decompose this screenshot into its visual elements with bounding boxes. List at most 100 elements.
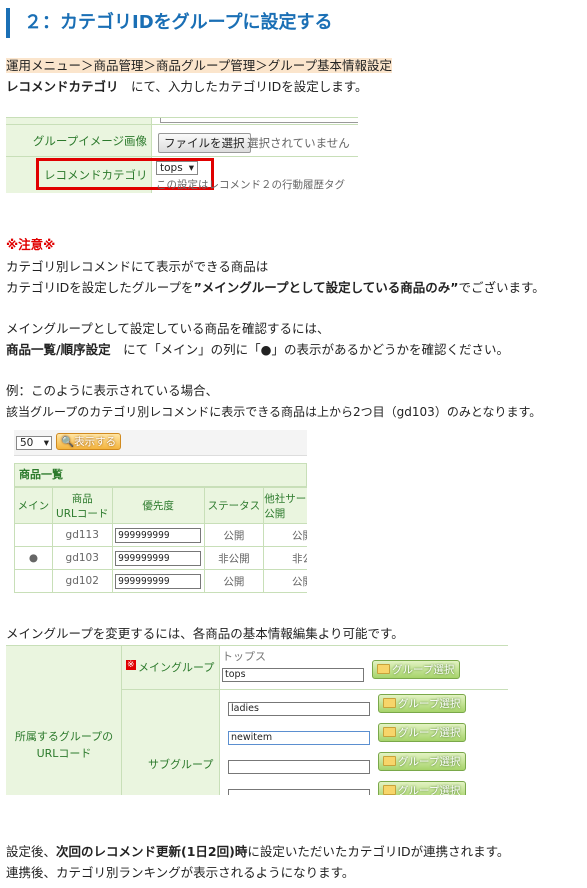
change-line: メイングループを変更するには、各商品の基本情報編集より可能です。 [6,626,404,641]
col-priority: 優先度 [111,487,205,524]
screenshot-product-list: 50 ▾ 🔍表示する 商品一覧 メイン 商品 URLコード 優先度 ステータス 他… [14,430,307,594]
row-code: gd102 [51,569,113,593]
sub-group-select-button[interactable]: グループ選択 [378,723,467,742]
sub-group-label: サブグループ [148,758,214,771]
row-other: 非公 [263,546,307,570]
after-line1-bold: 次回のレコメンド更新(1日2回)時 [56,844,248,859]
row2-label: レコメンドカテゴリ [44,168,148,182]
main-group-label: メイングループ [138,661,215,674]
row-main: ● [14,546,53,570]
notice-line2-pre: カテゴリIDを設定したグループを [6,280,194,295]
col-code: 商品 URLコード [51,487,113,524]
file-status: 選択されていません [247,136,350,150]
notice-line2-bold: ”メイングループとして設定している商品のみ” [193,280,459,295]
table-row: gd113 999999999 公開 公開 [14,523,307,547]
row-main [14,523,53,547]
sub-group-input[interactable]: newitem [228,731,370,745]
sub-group-label-cell: サブグループ [122,690,220,795]
sub-group-select-button[interactable]: グループ選択 [378,781,467,795]
row-other: 公開 [263,569,307,593]
table-row: gd102 999999999 公開 公開 [14,569,307,593]
sub-group-input[interactable]: ladies [228,702,370,716]
check-line2-rest: にて「メイン」の列に「●」の表示があるかどうかを確認ください。 [110,342,509,357]
check-line1: メイングループとして設定している商品を確認するには、 [6,321,330,336]
sub-group-values: ladies グループ選択 newitem グループ選択 グループ選択 グループ… [220,690,508,795]
priority-input[interactable]: 999999999 [115,527,202,543]
row-priority: 999999999 [111,569,205,593]
row0-label [6,118,152,125]
col-main: メイン [14,487,53,524]
row-status: 非公開 [203,546,265,570]
show-button-label: 表示する [74,436,117,448]
screenshot-recommend-setting: グループイメージ画像 ファイルを選択 選択されていません レコメンドカテゴリ t… [6,117,358,193]
main-group-input[interactable]: tops [222,668,364,682]
check-line2-bold: 商品一覧/順序設定 [6,342,111,357]
group-label: 所属するグループの URLコード [14,730,114,760]
menu-path: 運用メニュー＞商品管理＞商品グループ管理＞グループ基本情報設定 [6,57,393,75]
main-group-name: トップス [222,650,266,663]
row-main [14,569,53,593]
choose-file-button[interactable]: ファイルを選択 [158,133,251,153]
table-row: ● gd103 999999999 非公開 非公 [14,546,307,570]
group-label-cell: 所属するグループの URLコード [6,646,122,795]
product-table: メイン 商品 URLコード 優先度 ステータス 他社サー 公開 gd113 99… [14,487,307,593]
after-line2: 連携後、カテゴリ別ランキングが表示されるようになります。 [6,865,355,880]
example-line2: 該当グループのカテゴリ別レコメンドに表示できる商品は上から2つ目（gd103）の… [6,405,542,419]
row0-value [152,118,358,125]
main-group-select-button[interactable]: グループ選択 [372,660,461,679]
group-button-label: グループ選択 [398,727,461,739]
list-title: 商品一覧 [14,463,307,487]
setting-line: レコメンドカテゴリ にて、入力したカテゴリIDを設定します。 [6,78,367,96]
after-line1: 設定後、次回のレコメンド更新(1日2回)時に設定いただいたカテゴリIDが連携され… [6,843,509,861]
category-select[interactable]: tops ▾ [156,161,198,175]
row-other: 公開 [263,523,307,547]
group-button-label: グループ選択 [398,698,461,710]
priority-input[interactable]: 999999999 [115,550,202,566]
col-other: 他社サー 公開 [263,487,307,524]
row-priority: 999999999 [111,523,205,547]
textarea-edge [160,118,358,123]
show-button[interactable]: 🔍表示する [56,433,122,450]
chevron-down-icon: ▾ [188,162,194,174]
folder-icon [383,785,396,795]
row2-value: tops ▾ この設定はレコメンド２の行動履歴タグ [152,157,358,193]
main-group-label-cell: ※ メイングループ [122,646,220,690]
row-priority: 999999999 [111,546,205,570]
folder-icon [383,727,396,737]
chevron-down-icon: ▾ [43,437,49,449]
row-status: 公開 [203,569,265,593]
priority-input[interactable]: 999999999 [115,573,202,589]
section-heading: ２：カテゴリIDをグループに設定する [6,8,581,38]
check-line2: 商品一覧/順序設定 にて「メイン」の列に「●」の表示があるかどうかを確認ください… [6,341,509,359]
folder-icon [383,698,396,708]
group-button-label: グループ選択 [392,664,455,676]
folder-icon [377,664,390,674]
sub-group-input[interactable] [228,760,370,774]
row-code: gd103 [51,546,113,570]
after-line1-post: に設定いただいたカテゴリIDが連携されます。 [247,844,510,859]
category-select-value: tops [160,162,183,174]
sub-group-select-button[interactable]: グループ選択 [378,752,467,771]
screenshot-group-edit: 所属するグループの URLコード ※ メイングループ トップス tops グルー… [6,645,508,795]
per-page-select[interactable]: 50 ▾ [16,436,52,450]
col-status: ステータス [203,487,265,524]
sub-group-input[interactable] [228,789,370,795]
required-mark: ※ [126,660,136,670]
sub-group-select-button[interactable]: グループ選択 [378,694,467,713]
setting-rest: にて、入力したカテゴリIDを設定します。 [118,79,368,94]
setting-note: この設定はレコメンド２の行動履歴タグ [156,179,345,191]
after-line1-pre: 設定後、 [6,844,57,859]
notice-line2-post: でございます。 [458,280,545,295]
setting-bold: レコメンドカテゴリ [6,79,119,94]
menu-path-text: 運用メニュー＞商品管理＞商品グループ管理＞グループ基本情報設定 [6,58,393,73]
example-line1: 例：このように表示されている場合、 [6,383,219,398]
per-page-value: 50 [20,437,34,449]
row-status: 公開 [203,523,265,547]
magnifier-icon: 🔍 [61,436,75,448]
row1-label: グループイメージ画像 [6,125,152,157]
notice-line2: カテゴリIDを設定したグループを”メイングループとして設定している商品のみ”でご… [6,279,545,297]
row-code: gd113 [51,523,113,547]
row1-value: ファイルを選択 選択されていません [152,125,358,157]
group-button-label: グループ選択 [398,756,461,768]
group-button-label: グループ選択 [398,785,461,795]
